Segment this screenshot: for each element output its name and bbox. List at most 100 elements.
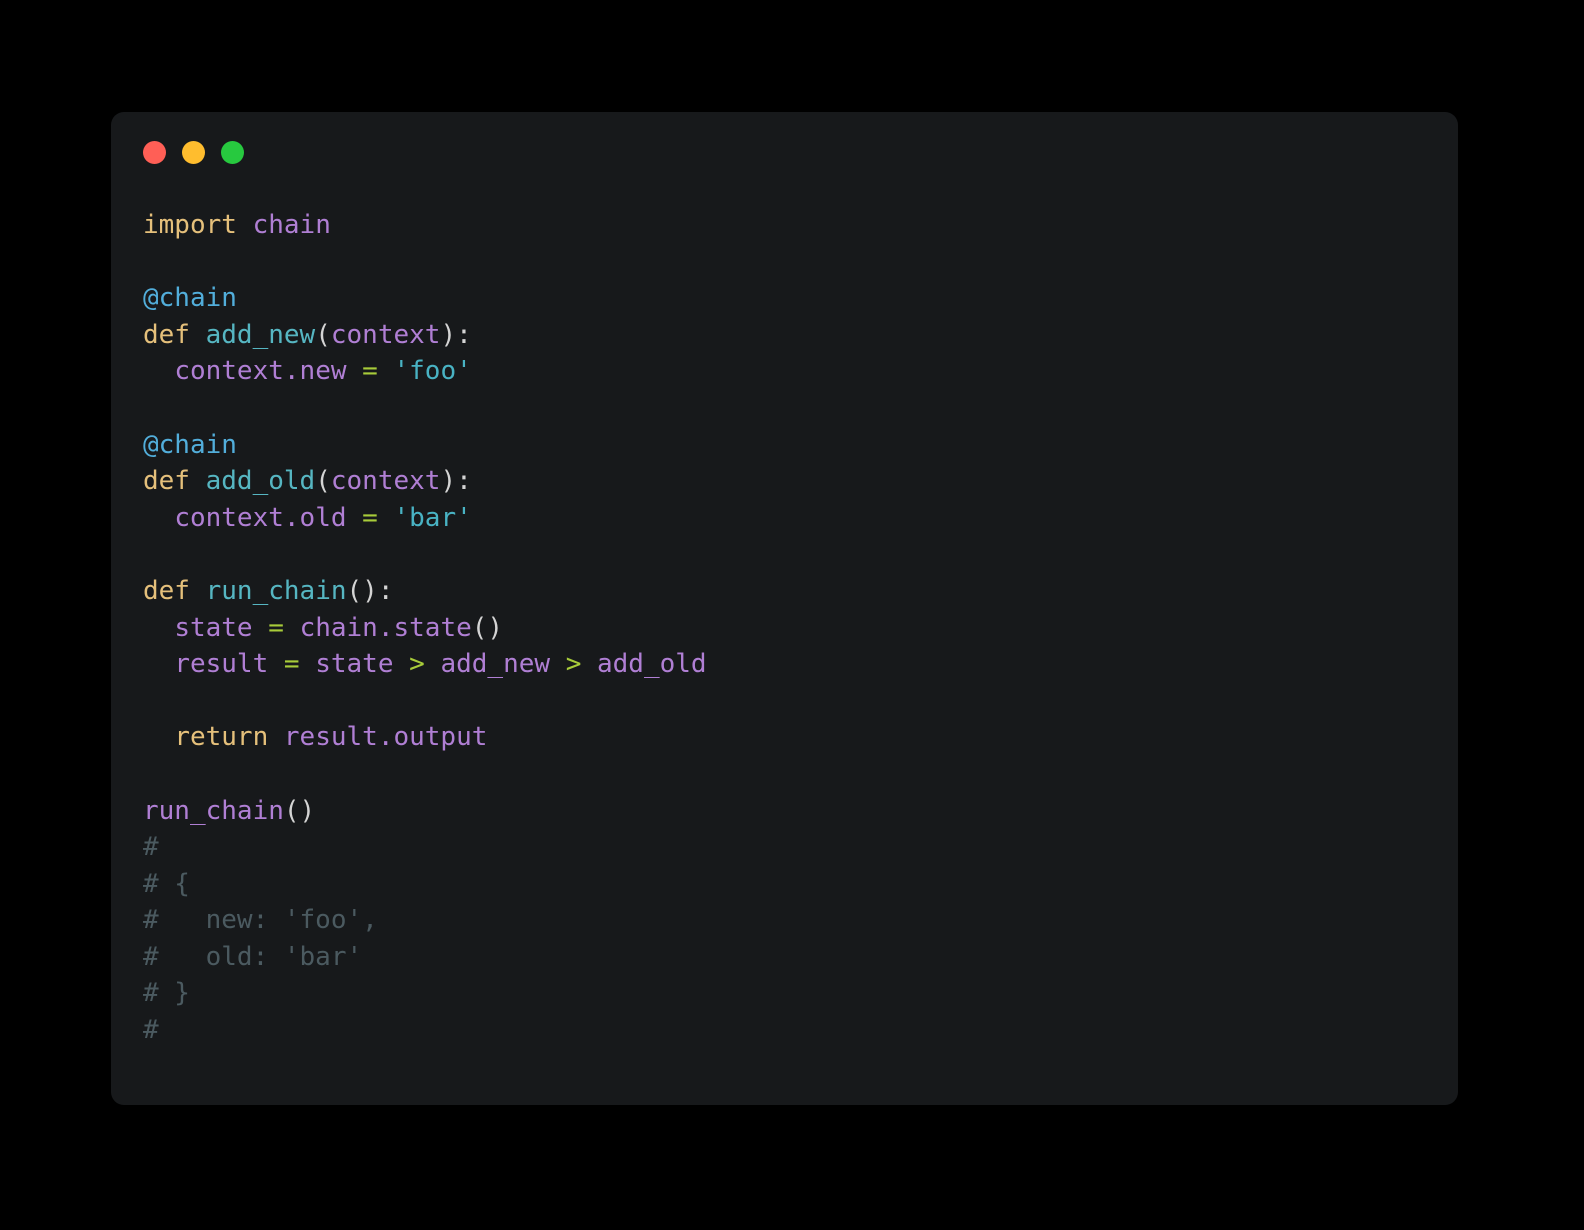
code-token: > [565, 649, 582, 680]
code-token: . [283, 502, 300, 533]
code-token: @chain [143, 283, 237, 314]
code-token: = [268, 612, 284, 643]
code-line: result = state > add_new > add_old [143, 646, 1458, 683]
code-line: context.new = 'foo' [143, 353, 1458, 390]
code-token: = [283, 649, 300, 680]
code-token: @chain [143, 429, 237, 460]
code-token: # old: 'bar' [143, 941, 363, 972]
code-token: ( [315, 319, 331, 350]
code-token: add_new [205, 319, 316, 350]
code-token: return [174, 722, 269, 753]
code-token: old [299, 502, 347, 533]
code-token: output [393, 722, 488, 753]
code-token: # { [143, 868, 190, 899]
code-token: add_new [440, 649, 551, 680]
code-token: state [174, 612, 253, 643]
code-line: return result.output [143, 719, 1458, 756]
code-token: context [330, 466, 441, 497]
code-token: state [393, 612, 472, 643]
code-line: run_chain() [143, 793, 1458, 830]
close-button[interactable] [143, 141, 166, 164]
code-token: import [143, 210, 237, 240]
code-token: 'foo' [393, 356, 472, 387]
code-token: chain [299, 612, 378, 643]
code-line: # } [143, 975, 1458, 1012]
window-titlebar [143, 141, 244, 164]
code-token: . [377, 612, 394, 643]
minimize-button[interactable] [182, 141, 205, 164]
code-token: ): [440, 466, 472, 497]
code-token: = [362, 502, 378, 533]
code-token: ( [315, 466, 331, 497]
code-token: context [174, 356, 284, 387]
code-token: # [143, 1015, 159, 1046]
code-token: result [283, 722, 378, 753]
code-line: def run_chain(): [143, 573, 1458, 610]
code-token: result [174, 649, 269, 680]
code-token: 'bar' [393, 502, 472, 533]
code-line: @chain [143, 427, 1458, 464]
code-line: @chain [143, 280, 1458, 317]
code-token: def [143, 575, 190, 606]
code-token: # } [143, 978, 190, 1009]
code-line: # [143, 1012, 1458, 1049]
code-token: def [143, 466, 190, 497]
code-token: run_chain [143, 795, 284, 826]
code-token: def [143, 319, 190, 350]
code-line: # [143, 829, 1458, 866]
code-token: chain [252, 210, 331, 240]
code-token: . [377, 722, 394, 753]
code-token: add_old [597, 649, 707, 680]
code-token: # [143, 832, 159, 863]
code-line: def add_old(context): [143, 463, 1458, 500]
code-token: new [299, 356, 347, 387]
code-token: () [283, 795, 316, 826]
code-line: state = chain.state() [143, 610, 1458, 647]
code-token: . [283, 356, 300, 387]
code-token: (): [346, 575, 394, 606]
code-token: state [315, 649, 394, 680]
code-line: # { [143, 866, 1458, 903]
code-token: add_old [205, 466, 316, 497]
code-line: import chain [143, 207, 1458, 244]
code-token: = [362, 356, 378, 387]
maximize-button[interactable] [221, 141, 244, 164]
code-token: () [471, 612, 504, 643]
code-token: > [409, 649, 425, 680]
code-token: ): [440, 319, 472, 350]
code-line: # new: 'foo', [143, 902, 1458, 939]
code-token: run_chain [205, 575, 347, 606]
code-block[interactable]: import chain @chain def add_new(context):… [143, 207, 1458, 1049]
page-background: import chain @chain def add_new(context):… [0, 0, 1584, 1230]
code-token: context [330, 319, 441, 350]
code-token: context [174, 502, 284, 533]
code-line: # old: 'bar' [143, 939, 1458, 976]
